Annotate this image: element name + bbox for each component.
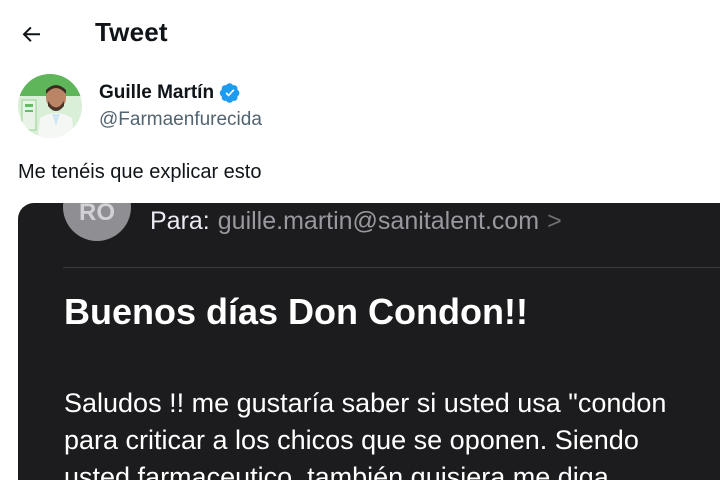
email-sender-avatar: RO bbox=[63, 203, 131, 241]
email-divider bbox=[63, 267, 720, 268]
author-name-row[interactable]: Guille Martín bbox=[99, 82, 241, 104]
email-sender-initials: RO bbox=[79, 203, 115, 226]
email-to-address: guille.martin@sanitalent.com bbox=[217, 207, 540, 235]
top-bar: Tweet bbox=[0, 0, 720, 68]
email-to-label: Para: bbox=[150, 207, 210, 235]
tweet-page: Tweet Guille Martín @Farmaenfurecida Me … bbox=[0, 0, 720, 480]
author-name[interactable]: Guille Martín bbox=[99, 82, 214, 104]
tweet-media-image[interactable]: RO Para: guille.martin@sanitalent.com > Bu… bbox=[18, 203, 720, 480]
email-subject: Buenos días Don Condon!! bbox=[64, 291, 528, 332]
author-handle[interactable]: @Farmaenfurecida bbox=[99, 109, 262, 131]
email-body-line: para criticar a los chicos que se oponen… bbox=[64, 425, 639, 455]
tweet-text: Me tenéis que explicar esto bbox=[18, 161, 262, 183]
email-body-line: usted farmaceutico, también quisiera me … bbox=[64, 462, 609, 480]
avatar[interactable] bbox=[18, 74, 82, 138]
email-recipient-row: Para: guille.martin@sanitalent.com > bbox=[150, 207, 562, 236]
back-button[interactable] bbox=[14, 16, 50, 52]
email-body: Saludos !! me gustaría saber si usted us… bbox=[64, 385, 666, 480]
email-body-line: Saludos !! me gustaría saber si usted us… bbox=[64, 388, 667, 418]
tweet-author: Guille Martín @Farmaenfurecida bbox=[18, 74, 618, 140]
chevron-right-icon: > bbox=[547, 207, 562, 235]
arrow-left-icon bbox=[22, 26, 40, 42]
verified-badge-icon bbox=[219, 82, 241, 104]
page-title: Tweet bbox=[95, 17, 168, 47]
avatar-image bbox=[18, 74, 82, 138]
